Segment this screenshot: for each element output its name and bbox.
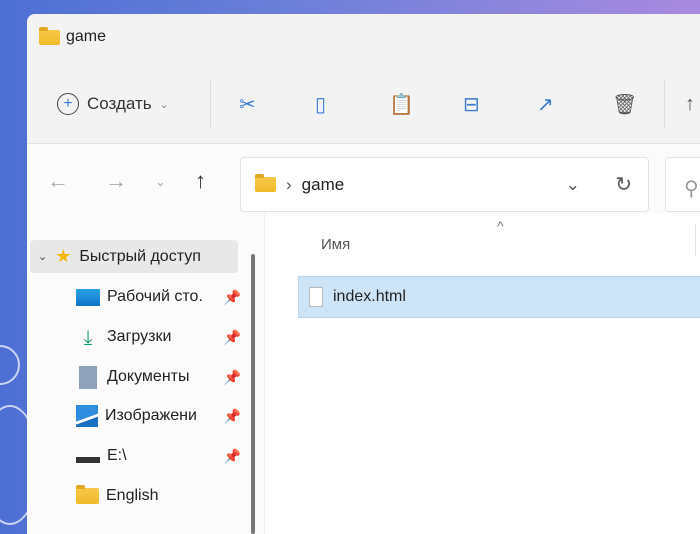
breadcrumb-separator: › (286, 174, 292, 194)
sidebar-item-downloads[interactable]: ⤓ Загрузки 📌 (76, 322, 241, 352)
pin-icon: 📌 (223, 328, 241, 345)
search-box[interactable]: ⚲ (665, 157, 700, 212)
copy-icon: ▯ (315, 93, 327, 116)
pin-icon: 📌 (223, 368, 241, 385)
star-icon: ★ (55, 246, 72, 266)
forward-button[interactable]: → (105, 168, 127, 194)
window-title-text: game (66, 28, 107, 45)
sidebar-label: English (106, 487, 159, 504)
paste-button[interactable]: 📋 (389, 89, 414, 119)
chevron-down-icon: ⌄ (159, 98, 169, 111)
sidebar-item-english[interactable]: English (76, 481, 241, 511)
title-bar: game (27, 14, 700, 69)
download-icon: ⤓ (83, 327, 93, 349)
sort-button[interactable]: ↑ (685, 89, 695, 119)
sidebar-item-drive-e[interactable]: E:\ 📌 (76, 441, 241, 471)
create-label: Создать (87, 94, 152, 113)
cut-icon: ✂ (239, 93, 256, 116)
sidebar-scrollbar[interactable] (251, 254, 255, 534)
copy-button[interactable]: ▯ (315, 89, 326, 119)
rename-button[interactable]: ⊟ (463, 89, 480, 119)
drive-icon (76, 449, 100, 463)
refresh-icon[interactable]: ↻ (615, 172, 632, 197)
column-divider[interactable] (695, 224, 696, 256)
search-icon: ⚲ (684, 178, 699, 200)
share-icon: ↗ (537, 93, 554, 116)
desktop-icon (76, 288, 100, 306)
file-row[interactable]: index.html (298, 276, 700, 318)
breadcrumb-game[interactable]: game (302, 175, 345, 195)
file-list: ^ Имя index.html (264, 214, 700, 534)
plus-icon: + (57, 93, 79, 115)
pin-icon: 📌 (223, 407, 241, 424)
create-button[interactable]: + Создать ⌄ (57, 89, 169, 119)
file-name: index.html (333, 288, 406, 305)
sidebar-item-desktop[interactable]: Рабочий сто. 📌 (76, 282, 241, 312)
window-title: game (39, 26, 107, 46)
sidebar-label: E:\ (107, 447, 127, 464)
documents-icon (79, 365, 97, 389)
share-button[interactable]: ↗ (537, 89, 554, 119)
sidebar-item-pictures[interactable]: Изображени 📌 (76, 401, 241, 431)
address-bar[interactable]: › game ⌄ ↻ (240, 157, 649, 212)
pictures-icon (76, 405, 98, 427)
folder-icon (76, 485, 99, 504)
sidebar-item-quick-access[interactable]: ⌄ ★ Быстрый доступ (30, 240, 238, 273)
pin-icon: 📌 (223, 447, 241, 464)
rename-icon: ⊟ (463, 93, 480, 116)
file-explorer-window: game + Создать ⌄ ✂ ▯ 📋 ⊟ ↗ 🗑 ↑ ← → ⌄ ↑ ›… (27, 14, 700, 534)
divider (664, 81, 665, 129)
sidebar-label: Документы (107, 368, 190, 385)
sidebar-label: Изображени (105, 407, 197, 424)
column-header-name[interactable]: Имя (321, 236, 350, 253)
html-file-icon (309, 287, 323, 307)
delete-icon: 🗑 (612, 93, 638, 116)
chevron-down-icon[interactable]: ⌄ (38, 250, 47, 263)
divider (210, 81, 211, 129)
sidebar-label: Быстрый доступ (79, 247, 201, 265)
cut-button[interactable]: ✂ (239, 89, 256, 119)
navigation-pane: ⌄ ★ Быстрый доступ Рабочий сто. 📌 ⤓ Загру… (27, 214, 264, 534)
sort-ascending-icon: ^ (497, 218, 504, 234)
pin-icon: 📌 (223, 288, 241, 305)
paste-icon: 📋 (389, 93, 414, 116)
command-bar: + Создать ⌄ ✂ ▯ 📋 ⊟ ↗ 🗑 ↑ (27, 69, 700, 144)
sidebar-label: Рабочий сто. (107, 288, 203, 305)
navigation-bar: ← → ⌄ ↑ › game ⌄ ↻ ⚲ (27, 144, 700, 214)
sidebar-item-documents[interactable]: Документы 📌 (76, 362, 241, 392)
folder-icon (255, 174, 276, 192)
wallpaper-ring (0, 345, 20, 385)
sidebar-label: Загрузки (107, 328, 172, 345)
folder-icon (39, 26, 60, 45)
back-button[interactable]: ← (47, 168, 69, 194)
sort-icon: ↑ (685, 92, 695, 115)
delete-button[interactable]: 🗑 (612, 89, 637, 119)
up-button[interactable]: ↑ (195, 168, 206, 194)
recent-dropdown[interactable]: ⌄ (155, 174, 166, 190)
chevron-down-icon[interactable]: ⌄ (566, 175, 580, 195)
